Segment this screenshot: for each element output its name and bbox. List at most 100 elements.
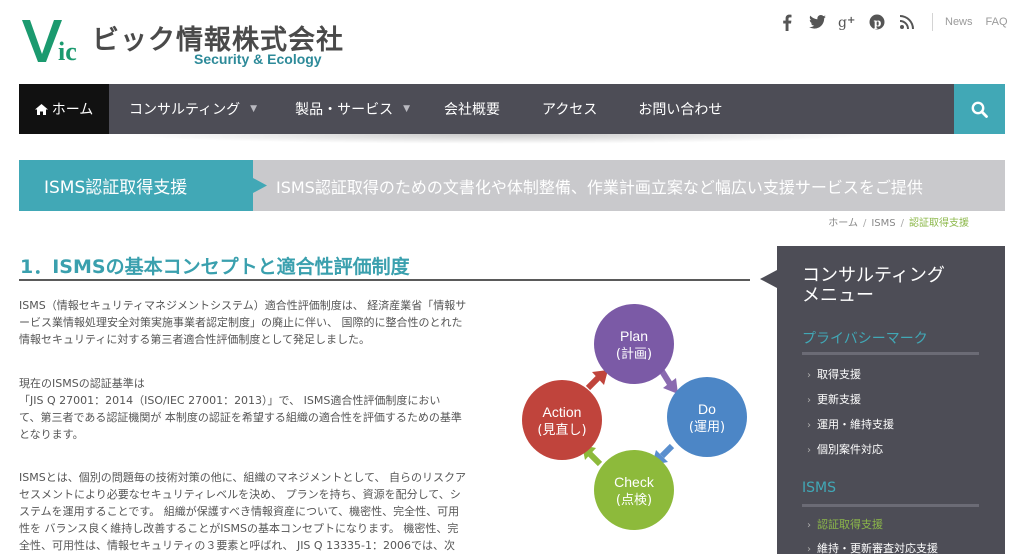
text-line: ステムを運用することです。 組織が保護すべき情報資産について、機密性、完全性、可… <box>19 505 460 518</box>
text-line: 全性、可用性は、情報セキュリティの３要素と呼ばれ、 JIS Q 13335-1：… <box>19 539 456 552</box>
svg-text:p: p <box>874 17 882 30</box>
rss-icon[interactable] <box>892 12 922 32</box>
chevron-right-icon: › <box>807 370 811 381</box>
chevron-right-icon: › <box>807 395 811 406</box>
action-circle <box>522 380 602 460</box>
nav-home-label: ホーム <box>51 102 94 118</box>
do-circle <box>667 377 747 457</box>
nav-shadow <box>120 134 880 144</box>
arrow-check-to-action <box>587 451 603 467</box>
text-line: ISMSとは、個別の問題毎の技術対策の他に、組織のマネジメントとして、 自らのリ… <box>19 471 466 484</box>
text-line: 「JIS Q 27001：2014（ISO/IEC 27001：2013）」で、… <box>19 394 441 407</box>
check-sublabel: (点検) <box>616 493 652 508</box>
google-plus-icon[interactable]: g + <box>832 12 862 32</box>
consulting-menu-sidebar: コンサルティング メニュー プライバシーマーク › 取得支援 › 更新支援 › 運用・… <box>777 246 1005 554</box>
paragraph-intro: ISMS（情報セキュリティマネジメントシステム）適合性評価制度は、 経済産業省「… <box>19 297 502 348</box>
arrow-action-to-plan <box>585 375 601 391</box>
nav-company-label: 会社概要 <box>444 102 501 118</box>
logo-mark: ic <box>22 20 77 66</box>
sidebar-item-label: 運用・維持支援 <box>817 418 894 431</box>
nav-contact-label: お問い合わせ <box>638 102 723 118</box>
nav-consulting-label: コンサルティング <box>129 102 241 118</box>
sidebar-pointer <box>760 270 777 288</box>
nav-products-label: 製品・サービス <box>295 102 394 118</box>
do-sublabel: (運用) <box>689 420 725 435</box>
text-line: セスメントにより必要なセキュリティレベルを決め、 プランを持ち、資源を配分して、… <box>19 488 461 501</box>
section-heading: 1．ISMSの基本コンセプトと適合性評価制度 <box>20 256 410 278</box>
breadcrumb-divider: / <box>862 218 867 229</box>
sidebar-item-label: 個別案件対応 <box>817 443 883 456</box>
pinterest-icon[interactable]: p <box>862 12 892 32</box>
nav-consulting[interactable]: コンサルティング ▼ <box>129 84 257 134</box>
separator <box>932 13 933 31</box>
breadcrumb-home[interactable]: ホーム <box>828 218 858 229</box>
text-line: となります。 <box>19 428 84 441</box>
nav-products[interactable]: 製品・サービス ▼ <box>295 84 410 134</box>
nav-access[interactable]: アクセス <box>542 84 597 134</box>
sidebar-item-label: 認証取得支援 <box>817 518 883 531</box>
facebook-icon[interactable] <box>772 12 802 32</box>
plan-sublabel: (計画) <box>616 346 652 362</box>
action-sublabel: (見直し) <box>537 423 586 438</box>
svg-text:+: + <box>847 15 855 26</box>
text-line: て、第三者である認証機関が 本制度の認証を希望する組織の適合性を評価するための基… <box>19 411 462 424</box>
check-label: Check <box>614 474 655 490</box>
pdca-cycle-diagram: Plan (計画) Do (運用) Check (点検) Action (見直し… <box>522 304 747 530</box>
chevron-right-icon: › <box>807 445 811 456</box>
text-line: ISMS（情報セキュリティマネジメントシステム）適合性評価制度は、 経済産業省「… <box>19 299 467 312</box>
chevron-right-icon: › <box>807 420 811 431</box>
sidebar-heading-isms[interactable]: ISMS <box>802 480 836 496</box>
svg-text:ic: ic <box>58 37 77 66</box>
sidebar-item-privacy-acquisition[interactable]: › 取得支援 <box>807 366 861 382</box>
breadcrumb: ホーム / ISMS / 認証取得支援 <box>828 214 969 229</box>
sidebar-item-isms-renewal[interactable]: › 維持・更新審査対応支援 <box>807 540 938 554</box>
search-icon <box>971 101 988 118</box>
breadcrumb-isms[interactable]: ISMS <box>871 218 895 229</box>
logo[interactable]: ic ビック情報株式会社 Security & Ecology <box>20 14 350 70</box>
svg-text:g: g <box>838 15 847 30</box>
chevron-right-icon: › <box>807 544 811 554</box>
sidebar-divider <box>802 504 979 507</box>
page-banner: ISMS認証取得支援 ISMS認証取得のための文書化や体制整備、作業計画立案など… <box>19 160 1005 211</box>
nav-home[interactable]: ホーム <box>19 84 109 134</box>
twitter-icon[interactable] <box>802 12 832 32</box>
sidebar-item-privacy-operation[interactable]: › 運用・維持支援 <box>807 416 894 432</box>
breadcrumb-divider: / <box>900 218 904 229</box>
sidebar-item-privacy-individual[interactable]: › 個別案件対応 <box>807 441 883 457</box>
text-line: 性を バランス良く維持し改善することがISMSの基本コンセプトになります。 機密… <box>19 522 459 535</box>
action-label: Action <box>543 404 582 420</box>
sidebar-item-label: 取得支援 <box>817 368 861 381</box>
nav-access-label: アクセス <box>542 102 598 118</box>
main-nav: ホーム コンサルティング ▼ 製品・サービス ▼ 会社概要 アクセス お問い合わせ <box>19 84 1005 134</box>
banner-title: ISMS認証取得支援 <box>19 160 249 211</box>
banner-subtitle: ISMS認証取得のための文書化や体制整備、作業計画立案など幅広い支援サービスをご… <box>276 177 923 197</box>
sidebar-title-line: メニュー <box>802 285 874 306</box>
nav-company[interactable]: 会社概要 <box>444 84 500 134</box>
do-label: Do <box>698 401 716 417</box>
paragraph-standard: 現在のISMSの認証基準は 「JIS Q 27001：2014（ISO/IEC … <box>19 375 502 443</box>
search-button[interactable] <box>954 84 1005 134</box>
sidebar-title: コンサルティング メニュー <box>802 266 945 306</box>
arrow-do-to-check <box>659 443 675 459</box>
paragraph-concept: ISMSとは、個別の問題毎の技術対策の他に、組織のマネジメントとして、 自らのリ… <box>19 469 502 554</box>
company-tagline: Security & Ecology <box>194 51 322 67</box>
sidebar-divider <box>802 352 979 355</box>
check-circle <box>594 450 674 530</box>
text-line: ービス業情報処理安全対策実施事業者認定制度」の廃止に伴い、 国際的に整合性のとれ… <box>19 316 463 329</box>
sidebar-item-label: 維持・更新審査対応支援 <box>817 542 938 554</box>
social-links: g + p News FAQ <box>772 12 1021 32</box>
plan-circle <box>594 304 674 384</box>
faq-link[interactable]: FAQ <box>986 16 1008 28</box>
sidebar-heading-privacy-mark[interactable]: プライバシーマーク <box>802 328 928 348</box>
sidebar-title-line: コンサルティング <box>802 265 945 286</box>
sidebar-item-isms-acquisition[interactable]: › 認証取得支援 <box>807 516 883 532</box>
home-icon <box>34 103 48 115</box>
plan-label: Plan <box>620 328 648 344</box>
sidebar-item-label: 更新支援 <box>817 393 861 406</box>
sidebar-item-privacy-renewal[interactable]: › 更新支援 <box>807 391 861 407</box>
text-line: 現在のISMSの認証基準は <box>19 377 145 390</box>
caret-down-icon: ▼ <box>250 104 258 114</box>
heading-underline <box>19 279 750 281</box>
news-link[interactable]: News <box>945 16 973 28</box>
nav-contact[interactable]: お問い合わせ <box>638 84 722 134</box>
